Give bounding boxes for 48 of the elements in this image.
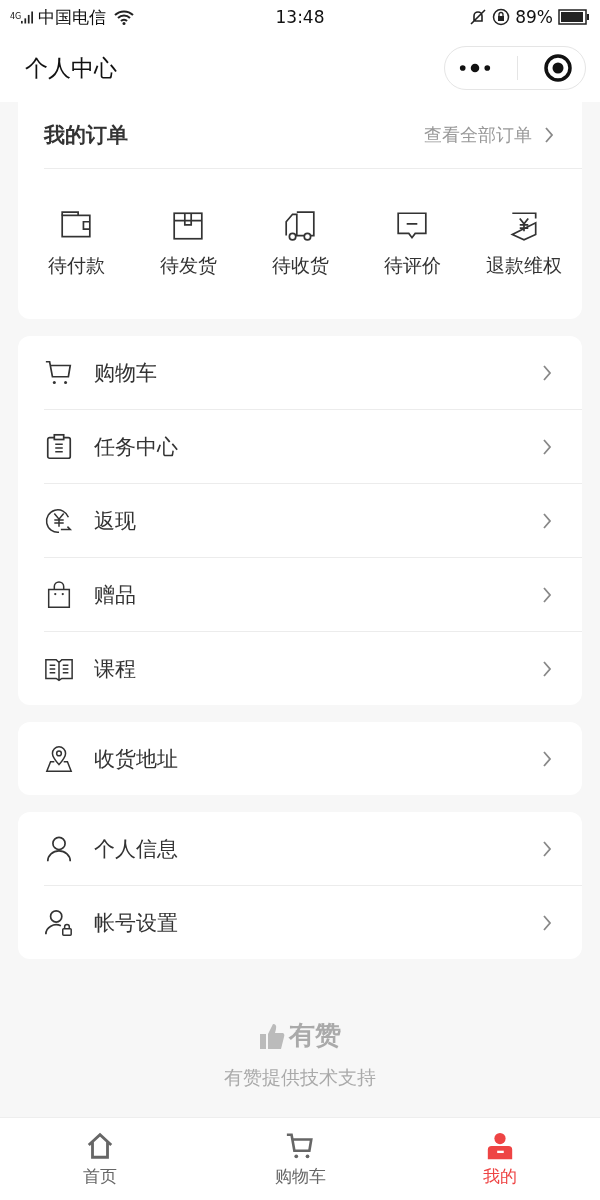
order-status-label[interactable]: 待评价	[383, 253, 441, 279]
home-icon	[85, 1130, 115, 1161]
menu-item[interactable]: 赠品	[44, 558, 582, 632]
chevron-icon	[542, 437, 552, 456]
battery-icon	[558, 9, 590, 25]
page-title: 个人中心	[25, 53, 117, 83]
brand-logo-text: 有赞	[289, 1019, 341, 1052]
chevron-icon	[542, 749, 552, 768]
battery-percent: 89%	[515, 7, 553, 27]
clipboard-icon	[44, 431, 74, 462]
more-icon[interactable]	[457, 62, 492, 74]
wifi-icon	[114, 9, 135, 25]
signal-icon	[21, 10, 34, 24]
tab-bar-item[interactable]: 购物车	[200, 1118, 400, 1200]
box-icon[interactable]	[171, 209, 205, 243]
user-lock-icon	[44, 907, 74, 938]
order-status-label[interactable]: 待收货	[271, 253, 329, 279]
chevron-icon	[542, 363, 552, 382]
network-type: 4G	[10, 11, 22, 21]
thumbs-up-icon	[259, 1021, 285, 1050]
menu-item[interactable]: 帐号设置	[44, 886, 582, 959]
cart-icon	[285, 1130, 315, 1161]
menu-item[interactable]: 课程	[44, 632, 582, 705]
chevron-icon	[542, 839, 552, 858]
rotation-lock-icon	[492, 8, 511, 26]
order-status-label[interactable]: 待付款	[47, 253, 105, 279]
user-icon	[485, 1130, 515, 1161]
menu-item[interactable]: 任务中心	[44, 410, 582, 484]
order-status-label[interactable]: 待发货	[159, 253, 217, 279]
status-time: 13:48	[275, 7, 325, 27]
chevron-icon	[542, 585, 552, 604]
tab-bar-item[interactable]: 首页	[0, 1118, 200, 1200]
menu-item[interactable]: 返现	[44, 484, 582, 558]
chevron-icon	[542, 659, 552, 678]
tab-bar-item[interactable]: 我的	[400, 1118, 600, 1200]
mute-icon	[469, 8, 488, 26]
truck-icon[interactable]	[283, 209, 317, 243]
menu-item[interactable]: 购物车	[44, 336, 582, 410]
menu-item[interactable]: 收货地址	[44, 722, 582, 795]
support-text: 有赞提供技术支持	[224, 1065, 376, 1090]
menu-item[interactable]: 个人信息	[44, 812, 582, 886]
order-status-label[interactable]: 退款维权	[486, 253, 562, 279]
carrier-name: 中国电信	[38, 5, 107, 29]
chevron-icon	[544, 126, 554, 144]
chevron-icon	[542, 511, 552, 530]
location-icon	[44, 743, 74, 774]
chevron-icon	[542, 913, 552, 932]
section-title: 我的订单	[44, 122, 128, 149]
